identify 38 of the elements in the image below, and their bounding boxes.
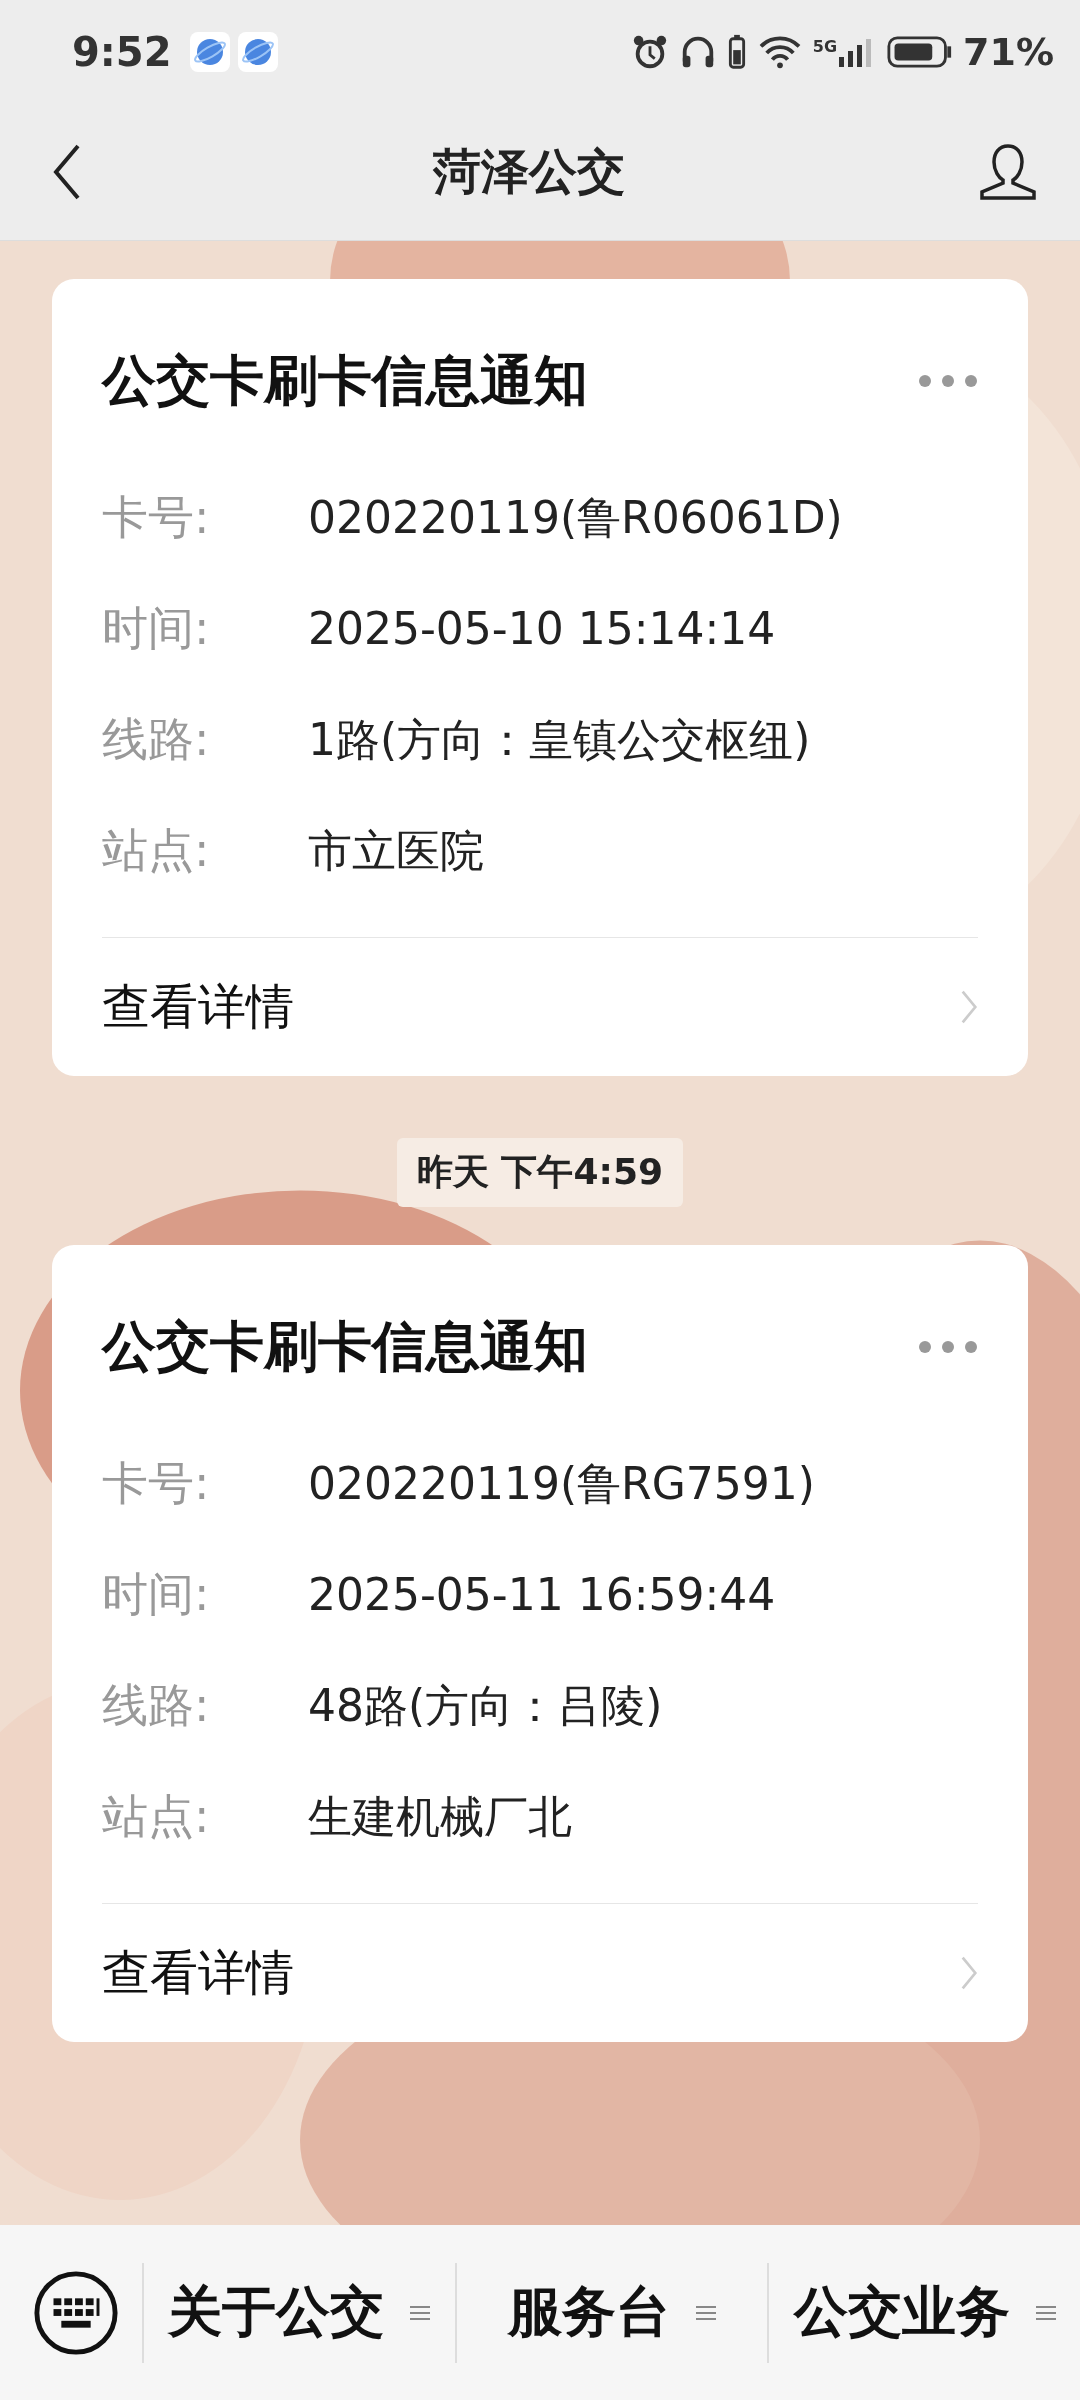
field-label: 站点:	[102, 1788, 211, 1845]
field-value: 48路(方向：吕陵)	[308, 1679, 664, 1733]
chevron-right-icon	[960, 1954, 978, 1992]
menu-button[interactable]: 公交业务	[767, 2262, 1080, 2363]
field-value: 2025-05-11 16:59:44	[308, 1568, 777, 1622]
network-label: 5G	[812, 37, 838, 56]
field-label: 线路:	[102, 711, 211, 768]
battery-small-icon	[726, 33, 747, 71]
back-icon[interactable]	[52, 142, 82, 202]
field-label: 站点:	[102, 822, 211, 879]
menu-button[interactable]: 关于公交	[142, 2262, 455, 2363]
more-icon[interactable]	[918, 374, 978, 388]
page-title: 菏泽公交	[433, 142, 625, 201]
timestamp: 昨天 下午4:59	[396, 1138, 684, 1207]
planet-icon	[237, 32, 278, 72]
field-label: 线路:	[102, 1677, 211, 1734]
clock-time: 9:52	[72, 29, 172, 75]
field-value: 市立医院	[308, 824, 485, 878]
field-label: 卡号:	[102, 1455, 211, 1512]
chevron-right-icon	[960, 988, 978, 1026]
battery-percent: 71%	[963, 30, 1054, 74]
field-label: 卡号:	[102, 489, 211, 546]
menu-button[interactable]: 服务台	[454, 2262, 768, 2363]
field-value: 1路(方向：皇镇公交枢纽)	[308, 713, 812, 767]
field-value: 2025-05-10 15:14:14	[308, 602, 777, 656]
field-label: 时间:	[102, 600, 211, 657]
battery-icon	[887, 35, 954, 69]
more-icon[interactable]	[918, 1340, 978, 1354]
field-value: 020220119(鲁RG7591)	[308, 1457, 816, 1511]
field-value: 生建机械厂北	[308, 1790, 573, 1844]
card-title: 公交卡刷卡信息通知	[102, 1313, 588, 1380]
details-link[interactable]: 查看详情	[102, 1941, 294, 2005]
details-link[interactable]: 查看详情	[102, 975, 294, 1039]
card-title: 公交卡刷卡信息通知	[102, 347, 588, 414]
planet-icon	[189, 32, 230, 72]
field-label: 时间:	[102, 1566, 211, 1623]
keyboard-icon[interactable]	[32, 2268, 120, 2357]
field-value: 020220119(鲁R06061D)	[308, 491, 844, 545]
